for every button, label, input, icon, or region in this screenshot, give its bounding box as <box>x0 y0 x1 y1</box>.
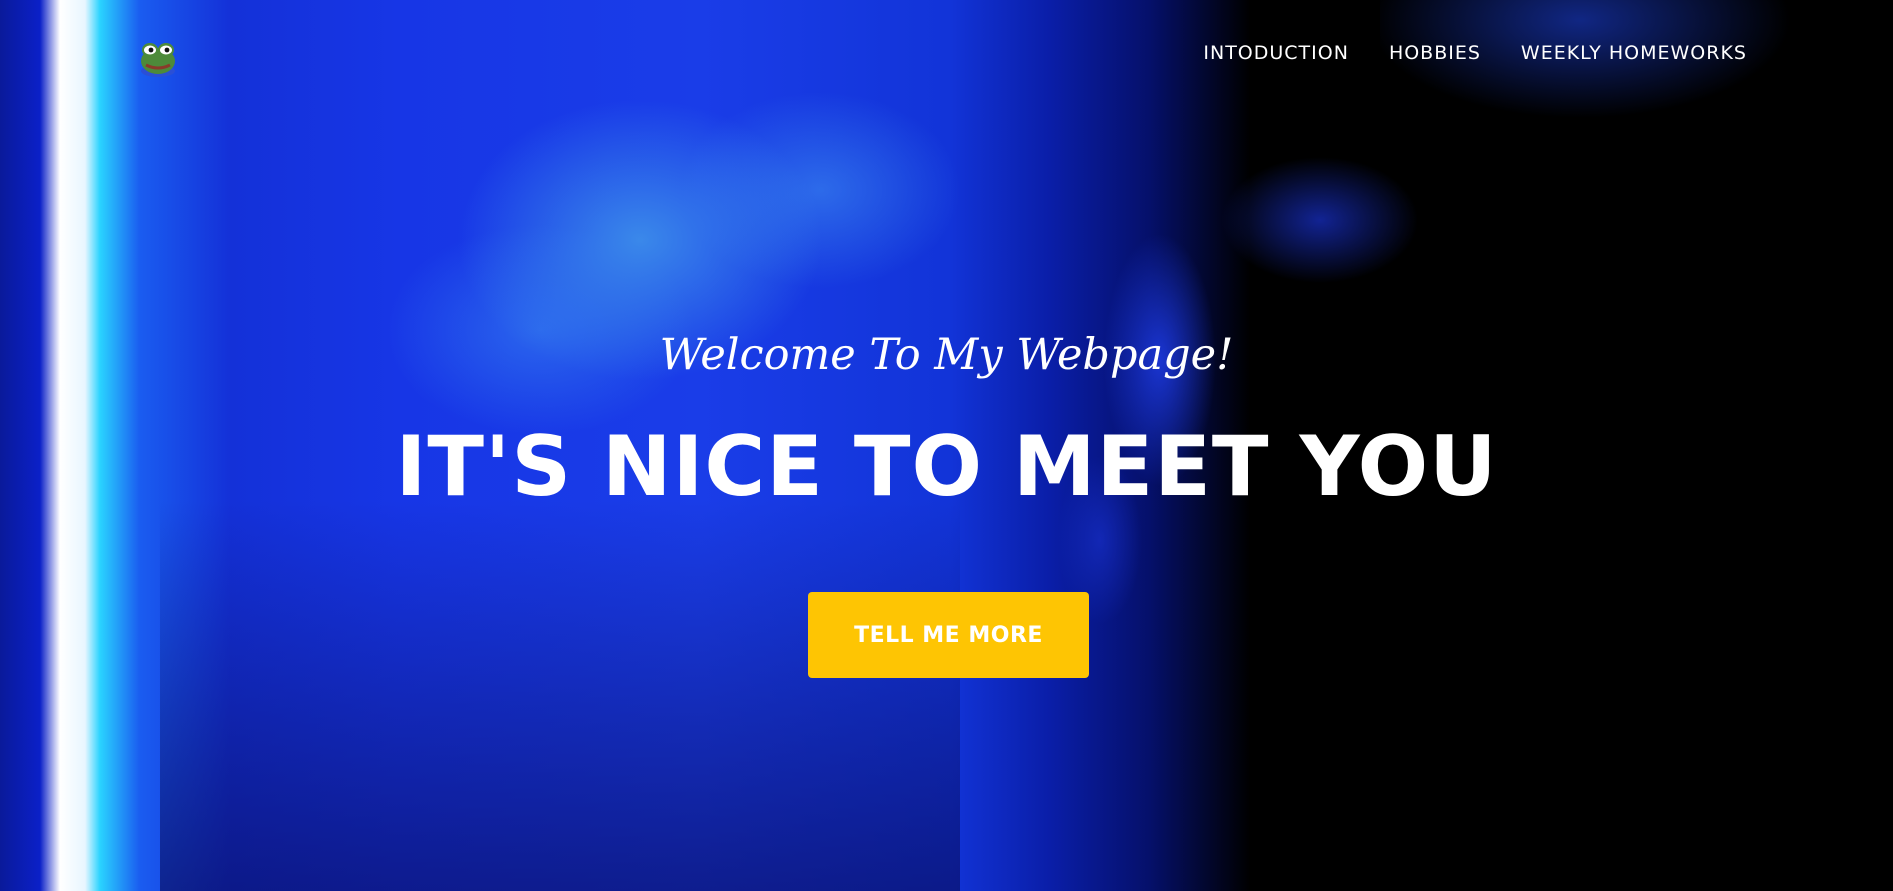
frog-icon[interactable] <box>137 38 179 78</box>
nav-link-weekly-homeworks[interactable]: WEEKLY HOMEWORKS <box>1521 42 1747 64</box>
hero-heading: IT'S NICE TO MEET YOU <box>395 418 1498 515</box>
top-navbar: INTODUCTION HOBBIES WEEKLY HOMEWORKS <box>0 0 1893 110</box>
nav-links: INTODUCTION HOBBIES WEEKLY HOMEWORKS <box>1203 42 1747 64</box>
background-shade <box>160 500 960 891</box>
hero-section: INTODUCTION HOBBIES WEEKLY HOMEWORKS Wel… <box>0 0 1893 891</box>
hero-subheading: Welcome To My Webpage! <box>659 330 1234 380</box>
nav-link-introduction[interactable]: INTODUCTION <box>1203 42 1349 64</box>
nav-link-hobbies[interactable]: HOBBIES <box>1389 42 1481 64</box>
tell-me-more-button[interactable]: TELL ME MORE <box>808 592 1089 678</box>
